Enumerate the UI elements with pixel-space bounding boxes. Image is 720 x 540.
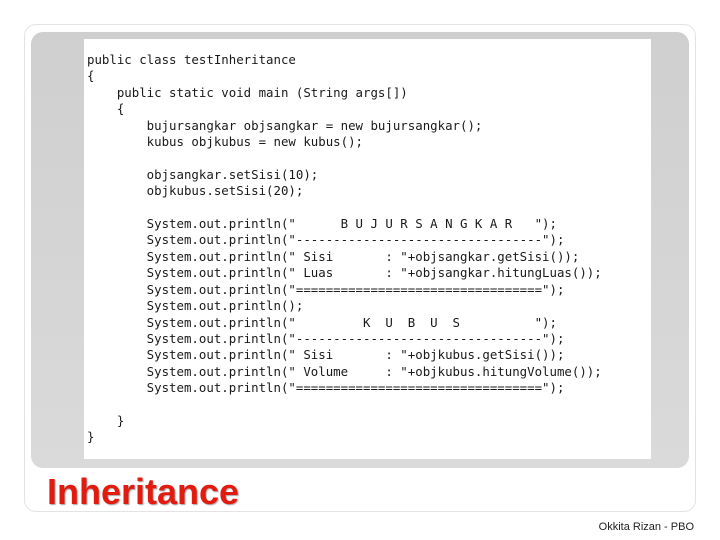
code-line: public class testInheritance [87,52,296,67]
code-line: objkubus.setSisi(20); [87,183,304,199]
code-line: System.out.println(" K U B U S "); [87,314,557,330]
code-line: bujursangkar objsangkar = new bujursangk… [87,117,483,133]
code-line: objsangkar.setSisi(10); [87,166,319,182]
code-line: System.out.println("--------------------… [87,330,565,346]
code-line: public static void main (String args[]) [87,84,408,100]
code-line: System.out.println(); [87,298,304,314]
code-line: } [87,429,95,445]
code-block: public class testInheritance { public st… [87,52,602,446]
code-line: System.out.println("====================… [87,281,565,297]
code-line: System.out.println("--------------------… [87,232,565,248]
code-line: { [87,68,95,84]
code-line: } [87,412,125,428]
slide-title: Inheritance [47,471,240,512]
code-line: System.out.println(" Luas : "+objsangkar… [87,265,602,281]
code-line: { [87,101,125,117]
code-line: System.out.println(" Sisi : "+objsangkar… [87,248,580,264]
code-line: System.out.println(" Sisi : "+objkubus.g… [87,347,565,363]
code-line: System.out.println("====================… [87,380,565,396]
code-line: System.out.println(" Volume : "+objkubus… [87,363,602,379]
code-line: kubus objkubus = new kubus(); [87,134,364,150]
code-line: System.out.println(" B U J U R S A N G K… [87,216,557,232]
footer-credit: Okkita Rizan - PBO [598,521,694,533]
